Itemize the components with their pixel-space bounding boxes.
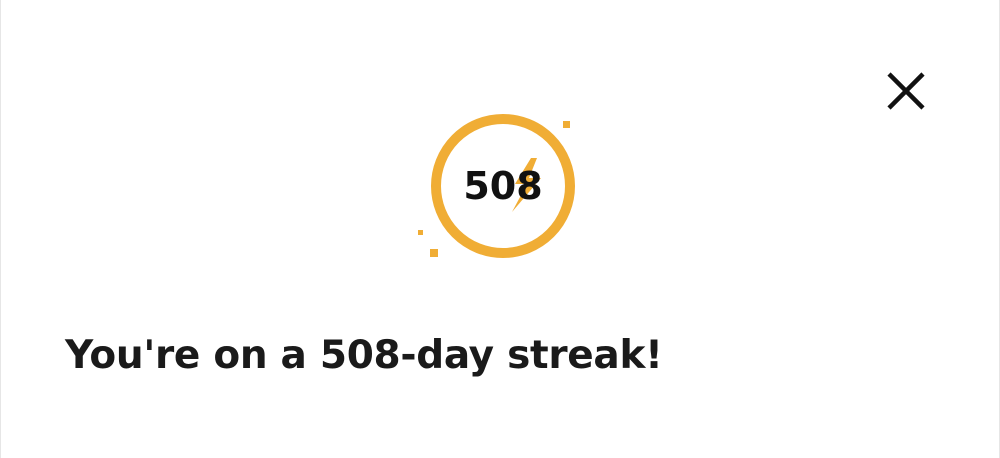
streak-dialog: 508 You're on a 508-day streak! bbox=[0, 0, 1000, 458]
streak-message: You're on a 508-day streak! bbox=[65, 333, 663, 378]
streak-badge: 508 bbox=[411, 108, 591, 268]
close-button[interactable] bbox=[881, 66, 931, 116]
streak-count: 508 bbox=[463, 164, 543, 208]
close-icon bbox=[887, 72, 925, 110]
